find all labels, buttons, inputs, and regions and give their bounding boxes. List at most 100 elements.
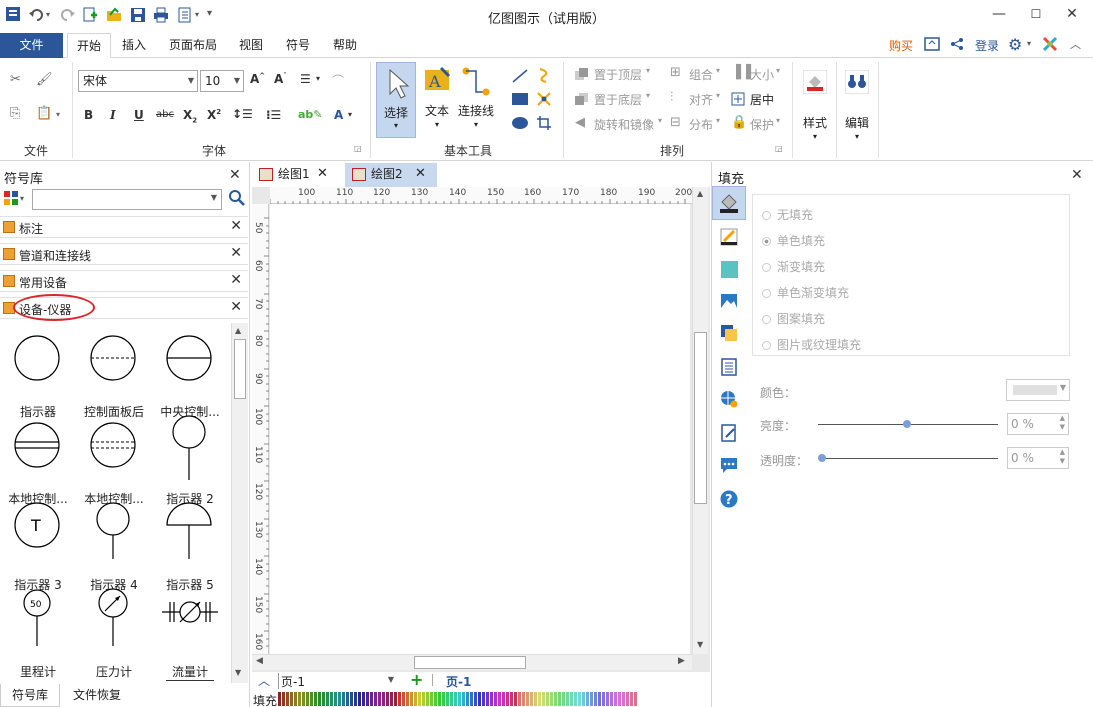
color-swatch[interactable] bbox=[338, 692, 341, 706]
document-list-icon[interactable] bbox=[720, 358, 738, 376]
scroll-down-icon[interactable]: ▼ bbox=[235, 668, 241, 677]
transparency-input[interactable]: 0 % ▲ ▼ bbox=[1007, 447, 1069, 469]
superscript-icon[interactable]: X2 bbox=[207, 108, 221, 122]
bold-icon[interactable]: B bbox=[84, 108, 93, 122]
color-swatch[interactable] bbox=[298, 692, 301, 706]
share-screen-icon[interactable] bbox=[924, 37, 940, 52]
tab-symbol-library[interactable]: 符号库 bbox=[0, 684, 60, 707]
color-picker[interactable]: ▼ bbox=[1006, 379, 1070, 401]
rotate-mirror-label[interactable]: 旋转和镜像 bbox=[594, 116, 654, 133]
brightness-input[interactable]: 0 % ▲ ▼ bbox=[1007, 413, 1069, 435]
color-swatch[interactable] bbox=[634, 692, 637, 706]
color-swatch[interactable] bbox=[438, 692, 441, 706]
page-nav-up-icon[interactable]: ︿ bbox=[258, 672, 270, 689]
scroll-right-icon[interactable]: ▶ bbox=[678, 656, 685, 666]
color-swatch[interactable] bbox=[362, 692, 365, 706]
fill-option-none[interactable]: 无填充 bbox=[762, 206, 813, 223]
subscript-icon[interactable]: X2 bbox=[183, 108, 197, 124]
font-dialog-launcher-icon[interactable]: ◲ bbox=[354, 144, 362, 153]
color-swatch[interactable] bbox=[538, 692, 541, 706]
distribute-label[interactable]: 分布 bbox=[689, 116, 713, 133]
bring-to-front-label[interactable]: 置于顶层 bbox=[594, 66, 642, 83]
color-swatch[interactable] bbox=[630, 692, 633, 706]
canvas-vertical-scrollbar[interactable]: ▲ ▼ bbox=[692, 187, 708, 654]
tab-home[interactable]: 开始 bbox=[67, 33, 111, 58]
color-swatch[interactable] bbox=[546, 692, 549, 706]
color-swatch[interactable] bbox=[574, 692, 577, 706]
font-size-select[interactable]: 10 ▼ bbox=[200, 70, 244, 92]
spinner-arrows-icon[interactable]: ▲ ▼ bbox=[1060, 414, 1065, 432]
symbol-local-control-1[interactable]: 本地控制... bbox=[0, 422, 76, 507]
cut-icon[interactable]: ✂ bbox=[10, 72, 21, 87]
color-swatch[interactable] bbox=[562, 692, 565, 706]
collapse-ribbon-icon[interactable]: ︿ bbox=[1070, 36, 1081, 52]
connector-tool-button[interactable]: 连接线 ▾ bbox=[456, 64, 496, 136]
tab-page-layout[interactable]: 页面布局 bbox=[163, 33, 223, 58]
color-swatch[interactable] bbox=[498, 692, 501, 706]
layer-icon[interactable] bbox=[720, 324, 738, 342]
close-category-icon[interactable]: ✕ bbox=[230, 245, 242, 261]
settings-gear-icon[interactable]: ⚙ bbox=[1008, 35, 1022, 54]
color-swatch[interactable] bbox=[370, 692, 373, 706]
color-swatch[interactable] bbox=[374, 692, 377, 706]
close-fill-panel-icon[interactable]: ✕ bbox=[1071, 167, 1083, 183]
color-swatch[interactable] bbox=[410, 692, 413, 706]
category-annotation[interactable]: 标注 ✕ bbox=[0, 216, 248, 238]
color-swatch[interactable] bbox=[446, 692, 449, 706]
color-swatch[interactable] bbox=[282, 692, 285, 706]
color-swatch[interactable] bbox=[558, 692, 561, 706]
color-swatch[interactable] bbox=[366, 692, 369, 706]
symbol-flow-meter[interactable]: 流量计 bbox=[152, 588, 228, 681]
color-swatch[interactable] bbox=[486, 692, 489, 706]
color-swatch[interactable] bbox=[278, 692, 281, 706]
shadow-icon[interactable] bbox=[720, 260, 738, 278]
color-palette[interactable] bbox=[278, 692, 638, 706]
color-swatch[interactable] bbox=[294, 692, 297, 706]
align-label[interactable]: 对齐 bbox=[689, 91, 713, 108]
color-swatch[interactable] bbox=[286, 692, 289, 706]
hyperlink-globe-icon[interactable] bbox=[720, 390, 738, 408]
underline-icon[interactable]: U bbox=[134, 108, 144, 122]
close-library-icon[interactable]: ✕ bbox=[229, 167, 241, 183]
color-swatch[interactable] bbox=[598, 692, 601, 706]
color-swatch[interactable] bbox=[314, 692, 317, 706]
symbol-indicator-3[interactable]: T 指示器 3 bbox=[0, 501, 76, 592]
rectangle-tool-icon[interactable] bbox=[511, 92, 529, 106]
color-swatch[interactable] bbox=[610, 692, 613, 706]
fill-tab-button[interactable] bbox=[712, 186, 746, 220]
color-swatch[interactable] bbox=[310, 692, 313, 706]
symbol-indicator-5[interactable]: 指示器 5 bbox=[152, 501, 228, 592]
color-swatch[interactable] bbox=[350, 692, 353, 706]
color-swatch[interactable] bbox=[458, 692, 461, 706]
color-swatch[interactable] bbox=[302, 692, 305, 706]
color-swatch[interactable] bbox=[430, 692, 433, 706]
color-swatch[interactable] bbox=[518, 692, 521, 706]
color-swatch[interactable] bbox=[590, 692, 593, 706]
color-swatch[interactable] bbox=[422, 692, 425, 706]
doc-tab-drawing1[interactable]: 绘图1 ✕ bbox=[252, 163, 342, 187]
tab-help[interactable]: 帮助 bbox=[326, 33, 364, 58]
color-swatch[interactable] bbox=[346, 692, 349, 706]
color-swatch[interactable] bbox=[414, 692, 417, 706]
font-color-icon[interactable]: A bbox=[334, 108, 343, 122]
color-swatch[interactable] bbox=[578, 692, 581, 706]
canvas-horizontal-scrollbar[interactable]: ◀ ▶ bbox=[252, 654, 692, 670]
color-swatch[interactable] bbox=[454, 692, 457, 706]
symbol-scrollbar[interactable]: ▲ ▼ bbox=[231, 323, 248, 683]
color-swatch[interactable] bbox=[322, 692, 325, 706]
color-swatch[interactable] bbox=[526, 692, 529, 706]
scroll-down-icon[interactable]: ▼ bbox=[697, 640, 703, 649]
align-dropdown-icon[interactable]: ▾ bbox=[316, 74, 320, 83]
color-swatch[interactable] bbox=[482, 692, 485, 706]
color-swatch[interactable] bbox=[622, 692, 625, 706]
symbol-indicator-2[interactable]: 指示器 2 bbox=[152, 414, 228, 506]
color-swatch[interactable] bbox=[478, 692, 481, 706]
share-icon[interactable] bbox=[950, 37, 964, 52]
color-swatch[interactable] bbox=[358, 692, 361, 706]
symbol-indicator-4[interactable]: 指示器 4 bbox=[76, 501, 152, 592]
close-category-icon[interactable]: ✕ bbox=[230, 272, 242, 288]
color-swatch[interactable] bbox=[474, 692, 477, 706]
color-swatch[interactable] bbox=[522, 692, 525, 706]
library-search-input[interactable]: ▼ bbox=[32, 189, 222, 210]
copy-icon[interactable]: ⎘ bbox=[10, 106, 20, 121]
